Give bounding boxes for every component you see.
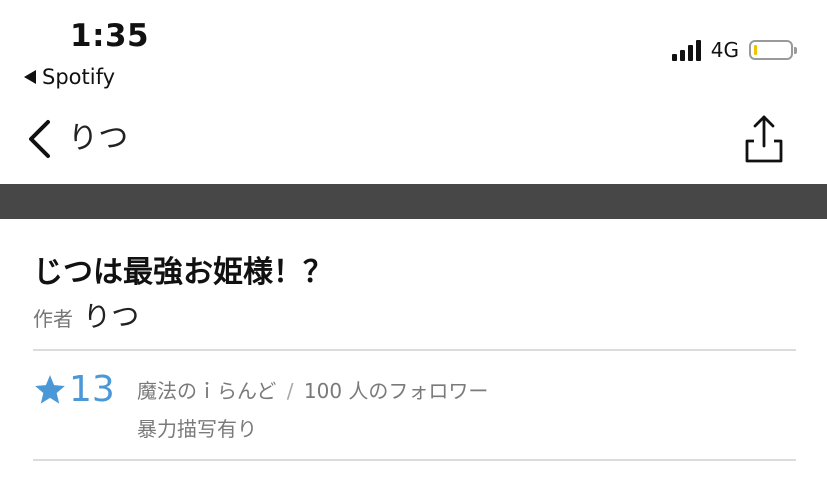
battery-icon [749,40,797,60]
story-title[interactable]: じつは最強お姫様！？ [33,252,333,294]
chevron-left-icon [29,120,50,158]
back-triangle-icon [24,70,36,84]
community-name: 魔法のｉらんど [137,379,277,403]
content-warning: 暴力描写有り [137,417,257,441]
share-button[interactable] [741,113,787,165]
status-indicators: 4G [671,36,797,64]
header-banner [0,184,827,219]
divider-top [33,349,796,351]
back-app-label: Spotify [42,65,116,89]
nav-title: りつ [68,121,129,156]
star-count-badge: 13 [33,368,115,412]
status-time: 1:35 [70,18,150,54]
follower-count: 100 人のフォロワー [303,379,489,403]
battery-level [754,45,757,55]
share-icon [745,115,783,163]
story-meta-line: 魔法のｉらんど / 100 人のフォロワー [137,376,488,406]
meta-separator: / [286,379,294,403]
nav-back-button[interactable] [22,116,56,162]
star-icon [35,375,65,404]
back-to-app-link[interactable]: Spotify [24,63,115,91]
author-row: 作者 りつ [33,298,139,338]
author-name-link[interactable]: りつ [83,298,139,336]
divider-bottom [33,459,796,461]
star-count: 13 [69,369,115,410]
network-type: 4G [710,38,739,62]
author-label: 作者 [33,307,73,331]
cellular-signal-icon [671,39,701,61]
